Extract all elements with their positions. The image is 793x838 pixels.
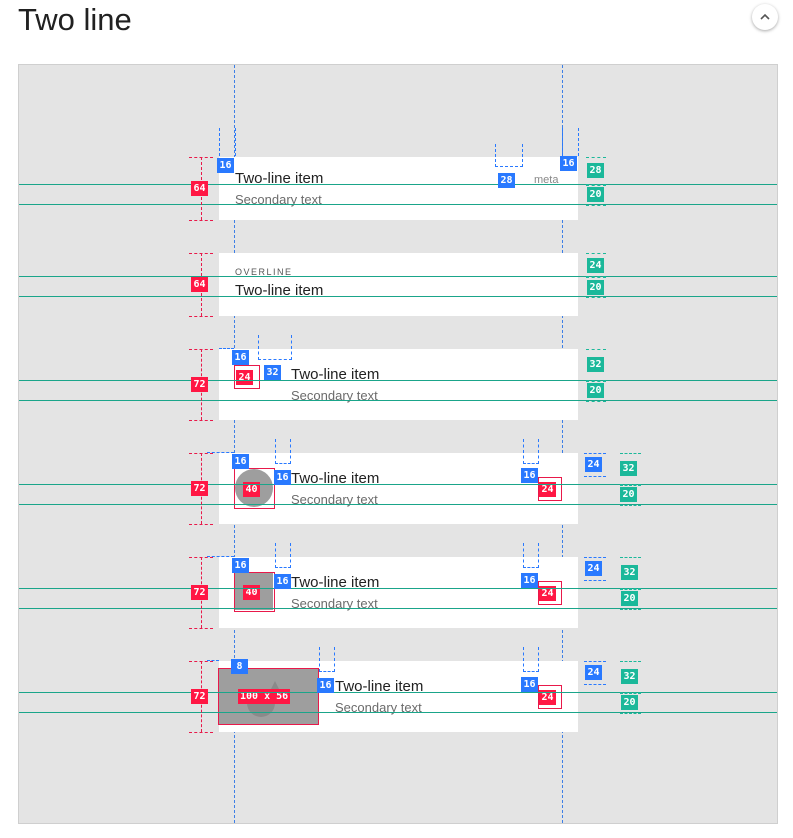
baseline-line: [19, 588, 777, 589]
spacing-badge: 16: [521, 468, 538, 483]
baseline-line: [19, 380, 777, 381]
baseline-line: [19, 692, 777, 693]
spacing-badge: 24: [585, 561, 602, 576]
baseline-badge: 20: [620, 487, 637, 502]
baseline-badge: 20: [621, 591, 638, 606]
spacing-badge: 16: [217, 158, 234, 173]
spacing-badge: 24: [585, 457, 602, 472]
spacing-badge: 28: [498, 173, 515, 188]
baseline-line: [19, 608, 777, 609]
baseline-badge: 28: [587, 163, 604, 178]
baseline-badge: 20: [587, 280, 604, 295]
spacing-badge: 16: [232, 558, 249, 573]
height-badge: 72: [191, 689, 208, 704]
spacing-badge: 16: [317, 678, 334, 693]
spacing-badge: 16: [521, 573, 538, 588]
baseline-badge: 20: [587, 187, 604, 202]
baseline-line: [19, 400, 777, 401]
spacing-badge: 8: [231, 659, 248, 674]
list-item-card: OVERLINE Two-line item: [219, 253, 578, 316]
baseline-line: [19, 484, 777, 485]
baseline-line: [19, 712, 777, 713]
baseline-badge: 32: [621, 669, 638, 684]
baseline-line: [19, 184, 777, 185]
height-badge: 72: [191, 585, 208, 600]
spacing-badge: 32: [264, 365, 281, 380]
baseline-badge: 20: [621, 695, 638, 710]
baseline-badge: 24: [587, 258, 604, 273]
height-badge: 64: [191, 277, 208, 292]
baseline-line: [19, 504, 777, 505]
spacing-badge: 16: [232, 454, 249, 469]
spacing-badge: 16: [274, 574, 291, 589]
baseline-line: [19, 204, 777, 205]
baseline-badge: 20: [587, 383, 604, 398]
spec-panel: Two-line item Secondary text meta 64 16 …: [18, 64, 778, 824]
height-badge: 64: [191, 181, 208, 196]
baseline-badge: 32: [621, 565, 638, 580]
baseline-line: [19, 276, 777, 277]
spacing-badge: 16: [274, 470, 291, 485]
height-badge: 72: [191, 481, 208, 496]
spacing-badge: 24: [585, 665, 602, 680]
spacing-badge: 16: [560, 156, 577, 171]
baseline-line: [19, 296, 777, 297]
spacing-badge: 16: [232, 350, 249, 365]
collapse-button[interactable]: [752, 4, 778, 30]
spacing-badge: 16: [521, 677, 538, 692]
icon-size-badge: 24: [236, 370, 253, 385]
baseline-badge: 32: [620, 461, 637, 476]
page-title: Two line: [18, 2, 132, 37]
list-item-card: Two-line item Secondary text meta: [219, 157, 578, 220]
chevron-up-icon: [760, 13, 770, 20]
height-badge: 72: [191, 377, 208, 392]
baseline-badge: 32: [587, 357, 604, 372]
